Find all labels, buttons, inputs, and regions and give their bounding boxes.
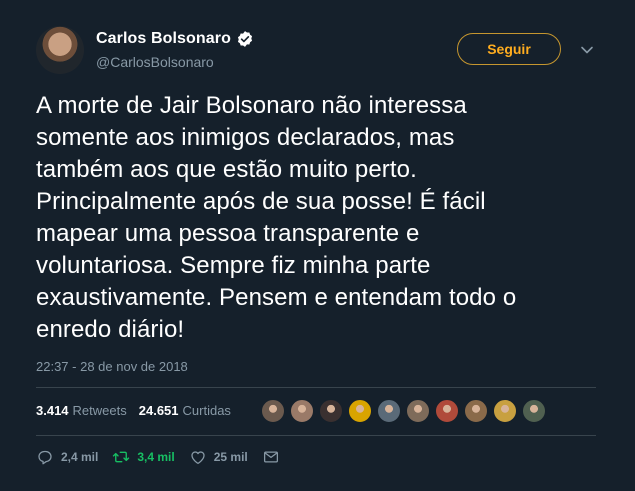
tweet-text-line: voluntariosa. Sempre fiz minha parte — [36, 252, 431, 279]
liker-avatar[interactable] — [377, 399, 401, 423]
divider — [36, 387, 596, 388]
like-count: 25 mil — [213, 450, 248, 464]
tweet-card: Carlos Bolsonaro @CarlosBolsonaro Seguir… — [0, 0, 635, 491]
likes-label: Curtidas — [182, 403, 231, 418]
reply-icon — [38, 450, 52, 465]
liker-avatar[interactable] — [348, 399, 372, 423]
tweet-text-line: mapear uma pessoa transparente e — [36, 220, 420, 247]
retweets-label: Retweets — [72, 403, 127, 418]
engagement-stats: 3.414 Retweets 24.651 Curtidas — [36, 403, 243, 418]
tweet-text-line: exaustivamente. Pensem e entendam todo o — [36, 284, 517, 311]
reply-count: 2,4 mil — [61, 450, 99, 464]
retweet-button[interactable]: 3,4 mil — [112, 448, 175, 466]
liker-avatars — [261, 399, 551, 423]
verified-badge-icon — [237, 31, 253, 47]
liker-avatar[interactable] — [319, 399, 343, 423]
liker-avatar[interactable] — [493, 399, 517, 423]
avatar[interactable] — [36, 26, 84, 74]
tweet-timestamp[interactable]: 22:37 - 28 de nov de 2018 — [36, 359, 188, 374]
liker-avatar[interactable] — [290, 399, 314, 423]
tweet-text-line: também aos que estão muito perto. — [36, 156, 417, 183]
direct-message-button[interactable] — [262, 448, 280, 466]
reply-button[interactable]: 2,4 mil — [36, 448, 98, 466]
author-name-row: Carlos Bolsonaro — [96, 30, 254, 48]
action-bar: 2,4 mil 3,4 mil 25 mil — [36, 448, 294, 466]
retweets-count: 3.414 — [36, 403, 69, 418]
follow-button[interactable]: Seguir — [457, 33, 561, 65]
envelope-icon — [263, 451, 278, 463]
tweet-text: A morte de Jair Bolsonaro não interessa … — [36, 90, 596, 346]
liker-avatar[interactable] — [522, 399, 546, 423]
likes-stat[interactable]: 24.651 Curtidas — [139, 403, 231, 418]
tweet-text-line: A morte de Jair Bolsonaro não interessa — [36, 92, 467, 119]
like-button[interactable]: 25 mil — [189, 448, 248, 466]
divider — [36, 435, 596, 436]
retweet-icon — [113, 451, 130, 463]
liker-avatar[interactable] — [261, 399, 285, 423]
author-handle[interactable]: @CarlosBolsonaro — [96, 54, 214, 70]
author-display-name[interactable]: Carlos Bolsonaro — [96, 30, 231, 48]
chevron-down-icon[interactable] — [579, 42, 595, 58]
tweet-text-line: enredo diário! — [36, 316, 185, 343]
heart-icon — [191, 451, 205, 465]
liker-avatar[interactable] — [406, 399, 430, 423]
retweets-stat[interactable]: 3.414 Retweets — [36, 403, 127, 418]
retweet-count: 3,4 mil — [137, 450, 175, 464]
likes-count: 24.651 — [138, 403, 179, 418]
tweet-text-line: Principalmente após de sua posse! É fáci… — [36, 188, 486, 215]
tweet-text-line: somente aos inimigos declarados, mas — [36, 124, 455, 151]
liker-avatar[interactable] — [464, 399, 488, 423]
liker-avatar[interactable] — [435, 399, 459, 423]
